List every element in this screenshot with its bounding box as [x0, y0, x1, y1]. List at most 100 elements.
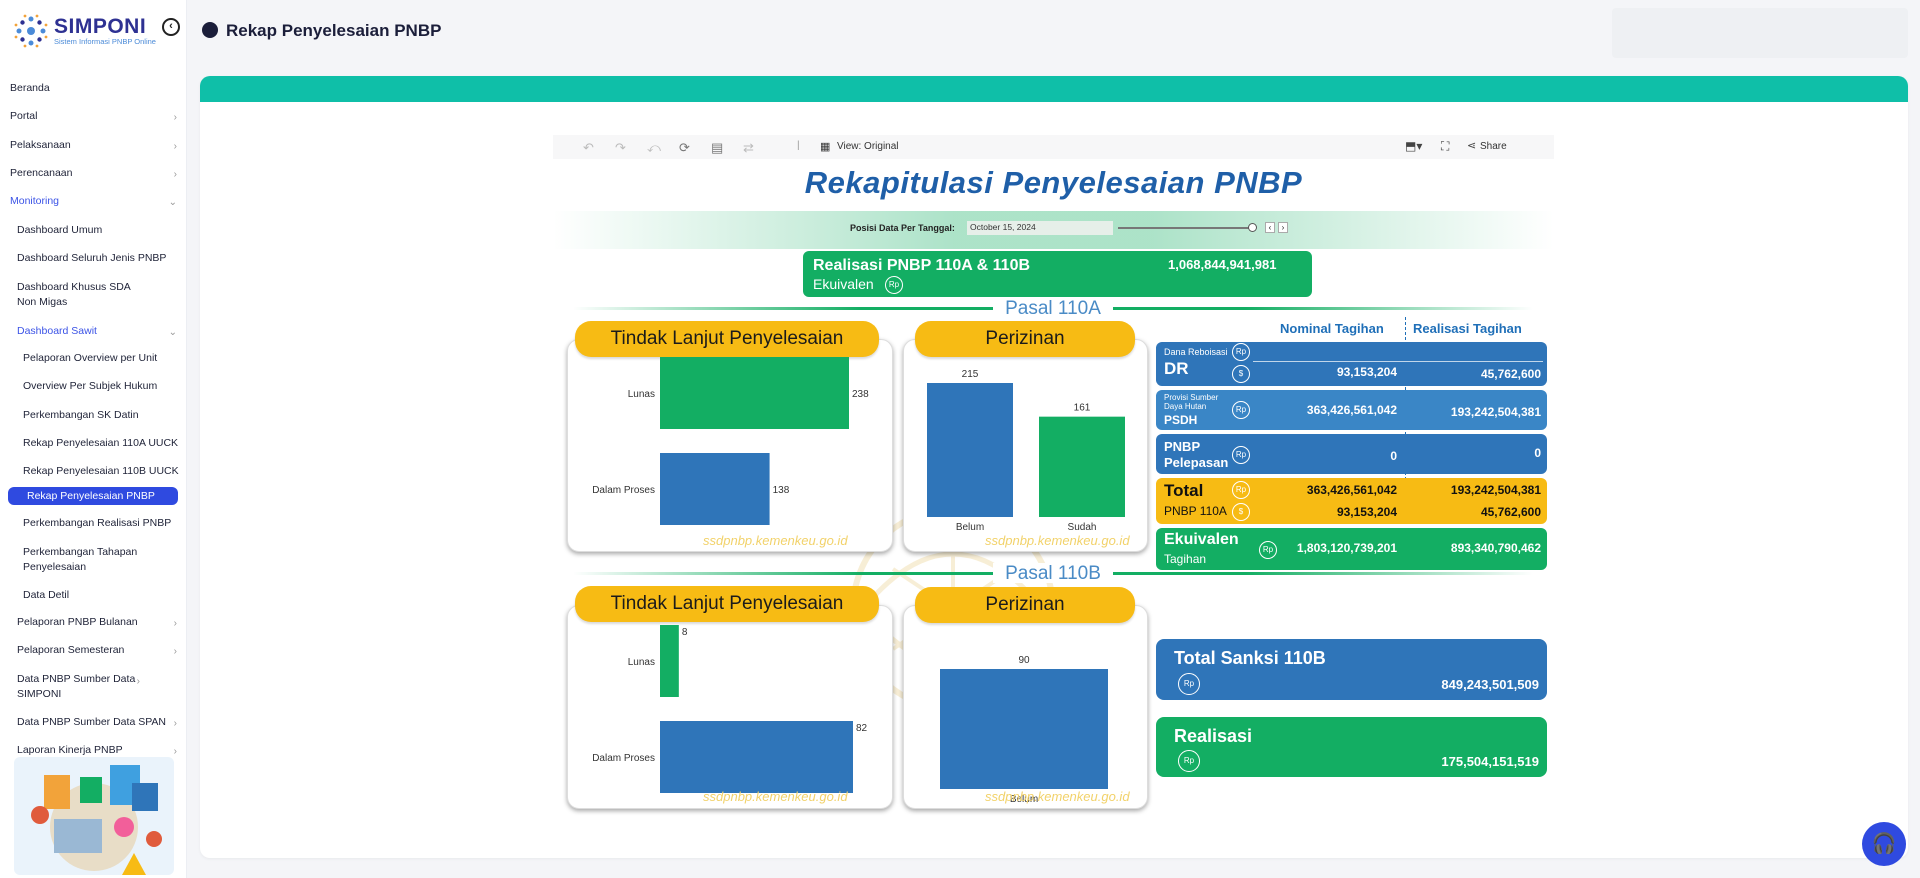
headset-icon: 🎧	[1871, 833, 1897, 855]
sidebar-item[interactable]: Rekap Penyelesaian 110B UUCK	[0, 465, 187, 477]
date-input[interactable]: October 15, 2024	[967, 221, 1113, 235]
rupiah-icon: Rp	[1232, 481, 1250, 499]
col-realisasi-header: Realisasi Tagihan	[1413, 321, 1522, 336]
sidebar-item-label: Perkembangan SK Datin	[23, 409, 139, 421]
realisasi-total-value: 1,068,844,941,981	[1168, 257, 1277, 272]
panel-header-band	[200, 76, 1908, 102]
perizinan-110b-title: Perizinan	[915, 587, 1135, 623]
date-slider-handle[interactable]	[1248, 223, 1257, 232]
sidebar-illustration	[14, 757, 174, 875]
bar	[660, 625, 679, 697]
category-label: Sudah	[1068, 522, 1097, 533]
user-profile-area[interactable]	[1612, 8, 1908, 58]
sidebar-item-label: Pelaporan Semesteran	[17, 644, 125, 656]
data-label: 138	[773, 485, 790, 496]
sidebar-item[interactable]: Dashboard Sawit ⌄	[0, 325, 187, 338]
sidebar-item[interactable]: Perencanaan ›	[0, 167, 187, 180]
sidebar-item-label: Pelaksanaan	[10, 139, 71, 151]
realisasi-110b-card: Realisasi Rp 175,504,151,519	[1156, 717, 1547, 777]
bar	[927, 383, 1013, 517]
download-icon[interactable]: ⬒▾	[1405, 139, 1422, 153]
simponi-logo-icon	[14, 14, 48, 48]
sidebar-item[interactable]: Data PNBP Sumber Data SIMPONI ›	[0, 672, 150, 702]
pelepasan-nominal-value: 0	[1390, 449, 1397, 463]
perizinan-110a-chart: 215 Belum 161 Sudah	[927, 369, 1125, 533]
sidebar-item[interactable]: Data PNBP Sumber Data SPAN ›	[0, 716, 187, 729]
bar	[1039, 416, 1125, 517]
category-label: Dalam Proses	[592, 485, 655, 496]
sidebar-item[interactable]: Perkembangan SK Datin	[0, 409, 187, 421]
chevron-icon: ›	[173, 112, 177, 123]
sidebar: SIMPONI Sistem Informasi PNBP Online ‹ B…	[0, 0, 187, 878]
total-small-label: PNBP 110A	[1164, 504, 1227, 518]
sidebar-item-label: Pelaporan PNBP Bulanan	[17, 616, 138, 628]
dr-small-label: Dana Reboisasi	[1164, 347, 1228, 357]
sidebar-item-label: Data PNBP Sumber Data SPAN	[17, 716, 167, 728]
collapse-sidebar-icon[interactable]: ‹	[162, 18, 180, 36]
date-next-button[interactable]: ›	[1278, 222, 1288, 233]
sidebar-item[interactable]: Beranda	[0, 82, 187, 94]
dr-big-label: DR	[1164, 359, 1189, 378]
bar	[660, 453, 770, 525]
chevron-icon: ⌄	[168, 197, 177, 208]
share-button[interactable]: Share	[1480, 141, 1507, 152]
help-button[interactable]: 🎧	[1862, 822, 1906, 866]
category-label: Lunas	[628, 389, 655, 400]
pause-icon[interactable]: ▤	[711, 140, 723, 156]
data-label: 215	[962, 369, 979, 380]
bar	[940, 669, 1108, 789]
chevron-icon: ›	[173, 746, 177, 757]
sidebar-item[interactable]: Rekap Penyelesaian 110A UUCK	[0, 437, 187, 449]
rupiah-icon: Rp	[1232, 401, 1250, 419]
psdh-small-label: Provisi Sumber Daya Hutan	[1164, 393, 1219, 411]
date-slider[interactable]	[1118, 227, 1253, 229]
refresh-icon[interactable]: ⟳	[679, 140, 690, 156]
sidebar-item[interactable]: Portal ›	[0, 110, 187, 123]
realisasi-total-title: Realisasi PNBP 110A & 110B	[813, 257, 1031, 274]
ekuivalen-big-label: Ekuivalen	[1164, 531, 1239, 548]
pelepasan-row: PNBP Pelepasan Rp 0 0	[1156, 434, 1547, 474]
sidebar-item[interactable]: Pelaksanaan ›	[0, 139, 187, 152]
view-original-button[interactable]: View: Original	[837, 141, 899, 152]
sidebar-item[interactable]: Monitoring ⌄	[0, 195, 187, 208]
chevron-icon: ›	[173, 646, 177, 657]
sidebar-item[interactable]: Dashboard Umum	[0, 224, 187, 236]
tindak-lanjut-110b-chart: Lunas 8 Dalam Proses 82	[592, 625, 868, 793]
undo-icon[interactable]: ↶	[583, 140, 594, 156]
dr-realisasi-value: 45,762,600	[1480, 367, 1541, 381]
total-nominal-rp: 363,426,561,042	[1306, 483, 1397, 497]
sidebar-item[interactable]: Perkembangan Tahapan Penyelesaian	[0, 545, 150, 575]
sidebar-item[interactable]: Pelaporan Semesteran ›	[0, 644, 187, 657]
chevron-icon: ›	[173, 141, 177, 152]
sidebar-item[interactable]: Pelaporan PNBP Bulanan ›	[0, 616, 187, 629]
data-label: 82	[856, 723, 868, 734]
fullscreen-icon[interactable]: ⛶	[1441, 139, 1449, 154]
data-label: 161	[1074, 403, 1091, 414]
revert-icon[interactable]: ⤺	[647, 140, 661, 156]
psdh-row: Provisi Sumber Daya Hutan PSDH Rp 363,42…	[1156, 390, 1547, 430]
sidebar-item[interactable]: Rekap Penyelesaian PNBP	[8, 487, 178, 505]
bar	[660, 357, 849, 429]
sidebar-item[interactable]: Perkembangan Realisasi PNBP	[0, 517, 187, 529]
sidebar-item-label: Rekap Penyelesaian PNBP	[27, 490, 155, 502]
sidebar-item[interactable]: Overview Per Subjek Hukum	[0, 380, 187, 392]
sidebar-item[interactable]: Dashboard Seluruh Jenis PNBP	[0, 252, 187, 264]
sidebar-item[interactable]: Data Detil	[0, 589, 187, 601]
total-row: Total PNBP 110A Rp $ 363,426,561,042 93,…	[1156, 478, 1547, 524]
dashboard-title: Rekapitulasi Penyelesaian PNBP	[804, 165, 1303, 200]
logo[interactable]: SIMPONI Sistem Informasi PNBP Online ‹	[12, 12, 182, 52]
chevron-icon: ›	[173, 718, 177, 729]
sidebar-item[interactable]: Laporan Kinerja PNBP ›	[0, 744, 187, 757]
redo-icon[interactable]: ↷	[615, 140, 626, 156]
chevron-icon: ›	[136, 676, 140, 687]
sidebar-item[interactable]: Pelaporan Overview per Unit	[0, 352, 187, 364]
toolbar-divider: |	[797, 140, 800, 151]
dr-nominal-value: 93,153,204	[1336, 365, 1397, 379]
sidebar-item-label: Beranda	[10, 82, 50, 94]
rupiah-icon: Rp	[1259, 541, 1277, 559]
sidebar-item[interactable]: Dashboard Khusus SDA Non Migas	[0, 280, 150, 310]
app-subtitle: Sistem Informasi PNBP Online	[54, 37, 156, 46]
replay-icon[interactable]: ⇄	[743, 140, 754, 156]
sidebar-item-label: Dashboard Seluruh Jenis PNBP	[17, 252, 167, 264]
date-prev-button[interactable]: ‹	[1265, 222, 1275, 233]
